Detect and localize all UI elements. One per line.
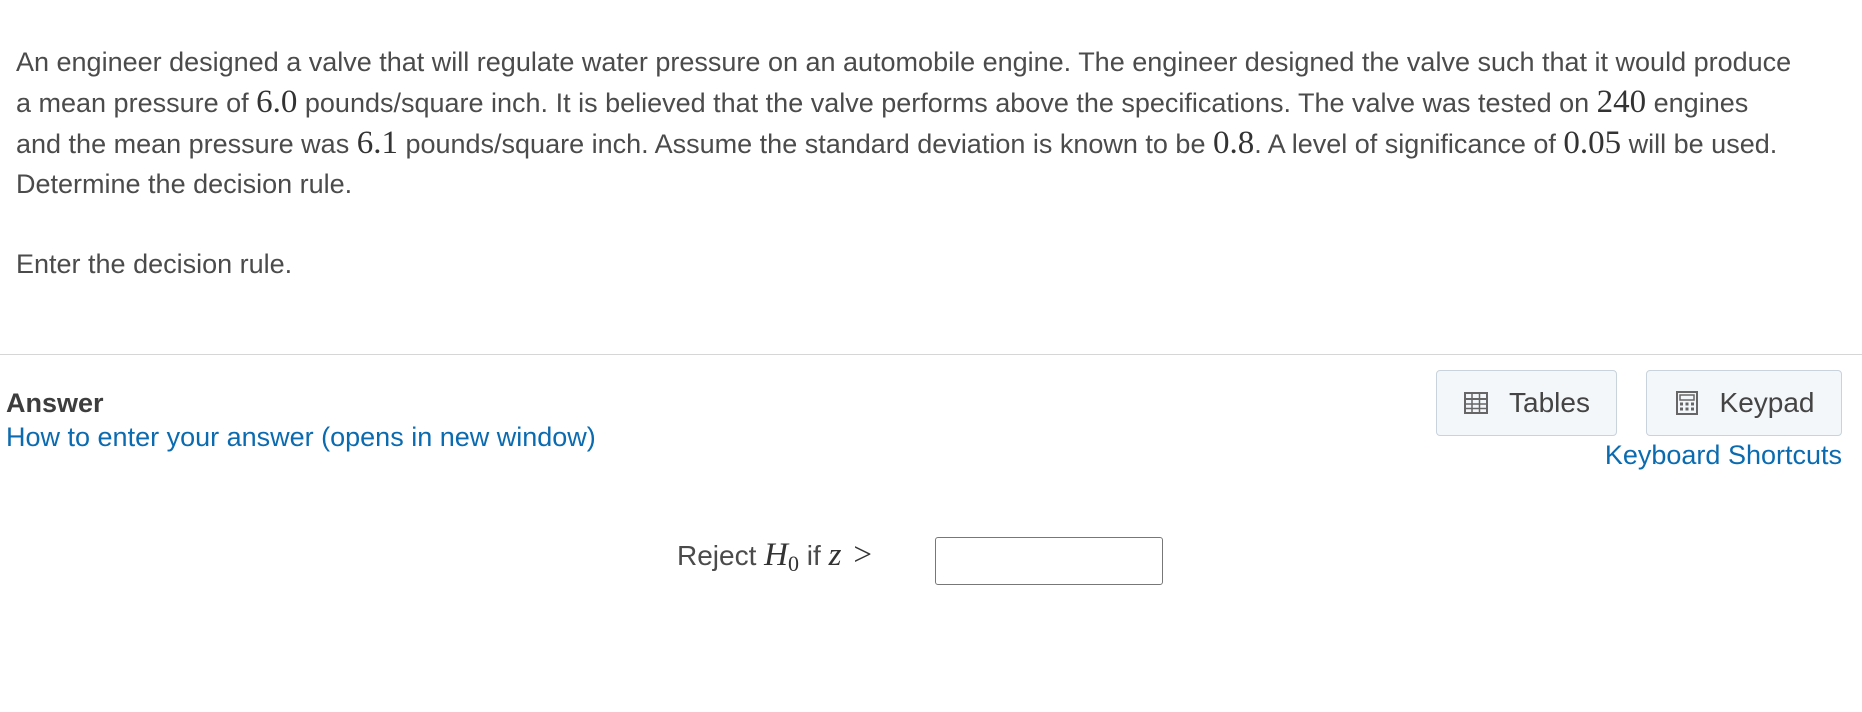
tables-button-label: Tables xyxy=(1509,387,1590,418)
prompt-text: Enter the decision rule. xyxy=(16,249,293,279)
sample-size-value: 240 xyxy=(1596,84,1647,120)
how-to-enter-answer-link[interactable]: How to enter your answer (opens in new w… xyxy=(6,422,596,453)
null-hypothesis-symbol: H xyxy=(764,537,788,573)
table-icon xyxy=(1463,390,1489,416)
greater-than-symbol: > xyxy=(853,537,873,573)
keypad-button-label: Keypad xyxy=(1719,387,1815,418)
significance-level-value: 0.05 xyxy=(1563,125,1622,161)
decision-rule-row: Reject H 0 if z > xyxy=(677,537,873,576)
z-statistic-symbol: z xyxy=(828,537,842,573)
answer-heading: Answer xyxy=(6,388,104,418)
sample-mean-value: 6.1 xyxy=(356,125,398,161)
question-text-part: pounds/square inch. It is believed that … xyxy=(297,88,1597,118)
rule-mid: if xyxy=(799,539,829,571)
null-hypothesis-subscript: 0 xyxy=(788,550,799,576)
rule-prefix: Reject xyxy=(677,539,765,571)
standard-deviation-value: 0.8 xyxy=(1212,125,1255,161)
hypothesized-mean-value: 6.0 xyxy=(256,84,298,120)
section-divider xyxy=(0,354,1862,355)
question-text: An engineer designed a valve that will r… xyxy=(16,42,1796,204)
calculator-icon xyxy=(1674,390,1700,416)
keyboard-shortcuts-link[interactable]: Keyboard Shortcuts xyxy=(1605,440,1842,471)
critical-value-input[interactable] xyxy=(935,537,1163,585)
keypad-button[interactable]: Keypad xyxy=(1646,370,1842,436)
tables-button[interactable]: Tables xyxy=(1436,370,1617,436)
question-text-part: . A level of significance of xyxy=(1254,129,1564,159)
question-text-part: pounds/square inch. Assume the standard … xyxy=(397,129,1213,159)
